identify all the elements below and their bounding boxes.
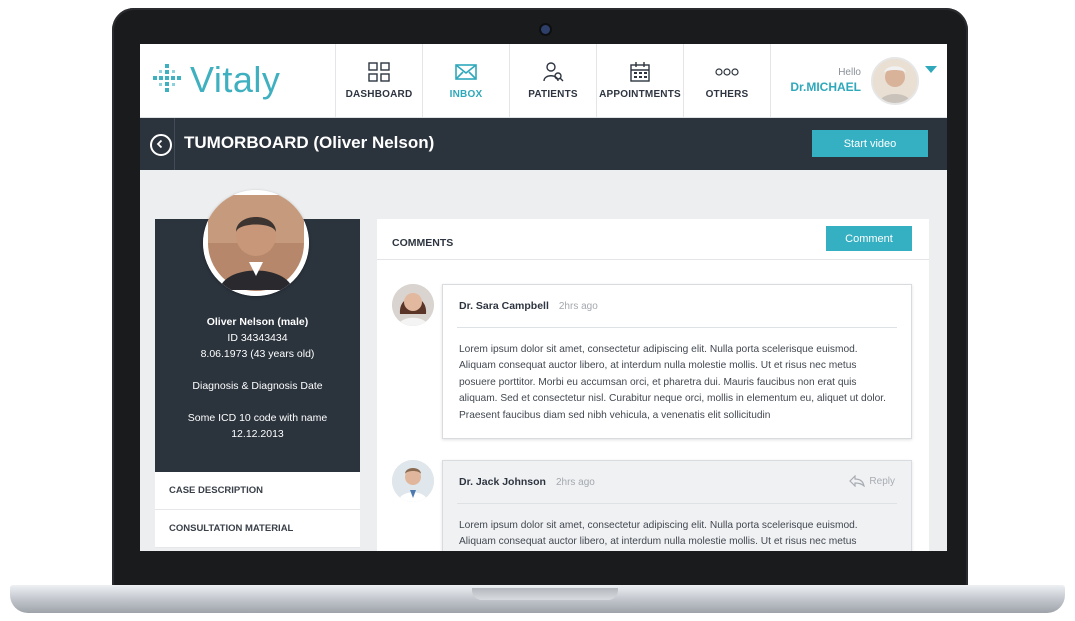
user-name: Dr.MICHAEL: [790, 80, 861, 94]
nav-inbox-label: INBOX: [449, 89, 483, 100]
nav-patients-label: PATIENTS: [528, 89, 578, 100]
nav-inbox[interactable]: INBOX: [422, 44, 509, 117]
app-screen: Vitaly DASHBOARD INBOX PATIENTS APPOINTM…: [140, 44, 947, 551]
comments-panel: COMMENTS Comment Dr. Sara Campbell 2hrs a…: [377, 219, 929, 551]
comments-title: COMMENTS: [392, 237, 454, 249]
comment-author: Dr. Sara Campbell 2hrs ago: [459, 300, 598, 312]
icd-code: Some ICD 10 code with name: [187, 412, 328, 424]
female-doctor-avatar-icon: [392, 284, 434, 326]
more-circles-icon: [715, 68, 739, 76]
reply-icon: [849, 475, 866, 487]
patient-id: ID 34343434: [227, 332, 288, 344]
divider: [174, 118, 175, 170]
avatar: [392, 284, 434, 326]
hello-text: Hello: [838, 67, 861, 78]
side-menu-case-description[interactable]: CASE DESCRIPTION: [155, 472, 360, 510]
laptop-notch: [472, 588, 618, 600]
male-doctor-avatar-icon: [392, 460, 434, 502]
comment-button[interactable]: Comment: [826, 226, 912, 251]
user-menu[interactable]: Hello Dr.MICHAEL: [790, 44, 937, 117]
comment-time: 2hrs ago: [558, 301, 598, 312]
nav-dashboard-label: DASHBOARD: [345, 89, 413, 100]
comment-body: Lorem ipsum dolor sit amet, consectetur …: [459, 520, 858, 548]
user-greeting: Hello Dr.MICHAEL: [790, 67, 861, 94]
comment-header: Dr. Sara Campbell 2hrs ago: [457, 285, 897, 328]
envelope-icon: [455, 64, 477, 80]
nav-appointments-label: APPOINTMENTS: [599, 89, 681, 100]
patient-search-icon: [543, 62, 564, 82]
diagnosis-label: Diagnosis & Diagnosis Date: [192, 380, 323, 392]
avatar[interactable]: [871, 56, 919, 105]
comment-header: Dr. Jack Johnson 2hrs ago Reply: [457, 461, 897, 504]
reply-button[interactable]: Reply: [849, 475, 895, 487]
main-nav: DASHBOARD INBOX PATIENTS APPOINTMENTS OT…: [335, 44, 771, 117]
nav-appointments[interactable]: APPOINTMENTS: [596, 44, 683, 117]
comments-header: COMMENTS Comment: [377, 219, 929, 260]
patient-name: Oliver Nelson (male): [206, 316, 309, 328]
diagnosis-date: 12.12.2013: [231, 428, 284, 440]
logo-text: Vitaly: [190, 59, 281, 100]
nav-patients[interactable]: PATIENTS: [509, 44, 596, 117]
nav-dashboard[interactable]: DASHBOARD: [335, 44, 422, 117]
page-header: TUMORBOARD (Oliver Nelson) Start video: [140, 118, 947, 170]
patient-side-menu: CASE DESCRIPTION CONSULTATION MATERIAL: [155, 472, 360, 548]
patient-dob: 8.06.1973 (43 years old): [200, 348, 315, 360]
patient-info: Oliver Nelson (male) ID 34343434 8.06.19…: [155, 314, 360, 442]
start-video-button[interactable]: Start video: [812, 130, 928, 157]
grid-icon: [368, 62, 390, 82]
nav-others[interactable]: OTHERS: [683, 44, 771, 117]
comment-author: Dr. Jack Johnson 2hrs ago: [459, 476, 595, 488]
patient-portrait: [203, 190, 309, 296]
comment-card: Dr. Jack Johnson 2hrs ago Reply Lorem ips…: [442, 460, 912, 551]
doctor-avatar-icon: [873, 58, 917, 103]
app-logo[interactable]: Vitaly: [150, 56, 280, 104]
reply-label: Reply: [869, 475, 895, 487]
top-navigation: Vitaly DASHBOARD INBOX PATIENTS APPOINTM…: [140, 44, 947, 118]
avatar: [392, 460, 434, 502]
chevron-left-icon: [156, 139, 163, 149]
comment-card: Dr. Sara Campbell 2hrs ago Lorem ipsum do…: [442, 284, 912, 440]
comment-time: 2hrs ago: [555, 477, 595, 488]
side-menu-consultation-material[interactable]: CONSULTATION MATERIAL: [155, 510, 360, 548]
chevron-down-icon[interactable]: [925, 66, 937, 73]
comment-body: Lorem ipsum dolor sit amet, consectetur …: [459, 344, 886, 421]
back-button[interactable]: [150, 134, 172, 156]
cross-logo-icon: [153, 64, 181, 92]
webcam-icon: [541, 25, 550, 34]
nav-others-label: OTHERS: [705, 89, 749, 100]
patient-photo: [203, 190, 309, 296]
calendar-icon: [630, 62, 650, 82]
page-title: TUMORBOARD (Oliver Nelson): [184, 133, 435, 152]
